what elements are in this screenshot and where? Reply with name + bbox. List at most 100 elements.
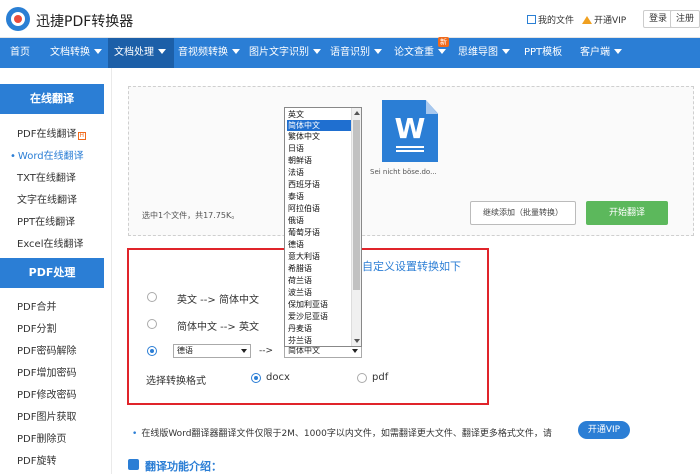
open-vip-link[interactable]: 开通VIP [582,13,626,26]
dropdown-option[interactable]: 繁体中文 [287,131,351,142]
option-en-to-zh-label: 英文 --> 简体中文 [177,295,259,306]
radio-format-pdf[interactable] [357,373,367,383]
dropdown-option[interactable]: 朝鲜语 [287,155,351,166]
hot-badge: H [78,132,87,140]
nav-ocr-label: 图片文字识别 [249,47,309,58]
file-icon [527,15,536,24]
nav-speech-label: 语音识别 [330,47,370,58]
nav-plagiarism[interactable]: 论文查重新 [394,37,449,68]
dropdown-option[interactable]: 英文 [287,109,351,120]
sidebar-item-pdf-delete-page[interactable]: PDF删除页 [17,430,66,445]
nav-ppt-template[interactable]: PPT模板 [524,38,562,68]
nav-doc-convert[interactable]: 文档转换 [50,38,102,68]
dropdown-scrollbar[interactable] [351,108,361,346]
bullet-icon: • [132,429,138,439]
radio-custom[interactable] [147,346,157,356]
sidebar-item-pdf-translate[interactable]: PDF在线翻译 H [17,125,87,140]
options-title: 自定义设置转换如下 [362,260,461,273]
nav-doc-process-label: 文档处理 [114,47,154,58]
chevron-down-icon [374,49,382,54]
dropdown-option[interactable]: 爱沙尼亚语 [287,311,351,322]
brand-logo-icon[interactable] [6,7,30,31]
intro-book-icon [128,459,139,470]
sidebar-item-excel-translate[interactable]: Excel在线翻译 [17,235,84,250]
radio-format-docx[interactable] [251,373,261,383]
nav-mindmap[interactable]: 思维导图 [458,38,510,68]
continue-add-button[interactable]: 继续添加（批量转换） [470,201,576,225]
scrollbar-thumb[interactable] [353,120,360,290]
dropdown-option[interactable]: 西班牙语 [287,179,351,190]
my-files-link[interactable]: 我的文件 [527,13,574,26]
chevron-down-icon [158,49,166,54]
intro-heading: 翻译功能介绍： [145,460,222,473]
file-info: 选中1个文件，共17.75K。 [142,211,240,220]
nav-home[interactable]: 首页 [10,38,42,68]
sidebar-item-word-translate[interactable]: Word在线翻译 [10,147,84,162]
dropdown-option[interactable]: 阿拉伯语 [287,203,351,214]
register-button[interactable]: 注册 [670,10,700,28]
nav-client-label: 客户端 [580,47,610,58]
format-label: 选择转换格式 [146,376,206,387]
dropdown-option[interactable]: 波兰语 [287,287,351,298]
brand-name[interactable]: 迅捷PDF转换器 [36,11,133,31]
notice-text: 在线版Word翻译器翻译文件仅限于2M、1000字以内文件，如需翻译更大文件、翻… [141,429,552,439]
word-file-card[interactable]: W [382,100,438,162]
chevron-down-icon [352,349,358,353]
chevron-down-icon [313,49,321,54]
scroll-up-icon[interactable] [354,111,360,115]
doc-lines [396,146,424,148]
sidebar-item-txt-translate[interactable]: TXT在线翻译 [17,169,76,184]
radio-zh-to-en[interactable] [147,319,157,329]
word-letter-icon: W [394,112,426,145]
chevron-down-icon [614,49,622,54]
sidebar-item-pdf-add-password[interactable]: PDF增加密码 [17,364,76,379]
nav-doc-process[interactable]: 文档处理 [108,38,174,68]
main-nav: 首页 文档转换 文档处理 音视频转换 图片文字识别 语音识别 论文查重新 思维导… [0,37,700,68]
dropdown-option[interactable]: 泰语 [287,191,351,202]
login-button[interactable]: 登录 [643,10,674,28]
dropdown-option[interactable]: 希腊语 [287,263,351,274]
top-header: 迅捷PDF转换器 我的文件 开通VIP 登录 注册 [0,0,700,38]
sidebar-item-label: PDF在线翻译 [17,129,77,140]
dropdown-option[interactable]: 意大利语 [287,251,351,262]
my-files-label: 我的文件 [538,16,575,26]
chevron-down-icon [94,49,102,54]
dropdown-option[interactable]: 丹麦语 [287,323,351,334]
direction-arrow: --> [259,346,274,356]
dropdown-option[interactable]: 芬兰语 [287,335,351,346]
dropdown-option[interactable]: 日语 [287,143,351,154]
nav-doc-convert-label: 文档转换 [50,47,90,58]
sidebar-item-pdf-change-password[interactable]: PDF修改密码 [17,386,76,401]
sidebar-item-pdf-split[interactable]: PDF分割 [17,320,56,335]
nav-plagiarism-label: 论文查重 [394,47,434,58]
nav-client[interactable]: 客户端 [580,38,622,68]
chevron-down-icon [502,49,510,54]
format-docx-label: docx [266,372,290,383]
start-translate-button[interactable]: 开始翻译 [586,201,668,225]
sidebar-item-pdf-image-extract[interactable]: PDF图片获取 [17,408,76,423]
sidebar-item-ppt-translate[interactable]: PPT在线翻译 [17,213,75,228]
dropdown-option[interactable]: 法语 [287,167,351,178]
dropdown-option[interactable]: 荷兰语 [287,275,351,286]
source-language-select[interactable]: 德语 [173,344,251,358]
target-language-dropdown-list[interactable]: 英文 简体中文 繁体中文 日语 朝鲜语 法语 西班牙语 泰语 阿拉伯语 俄语 葡… [284,107,362,347]
nav-ocr[interactable]: 图片文字识别 [249,38,321,68]
sidebar-item-pdf-merge[interactable]: PDF合并 [17,298,56,313]
dropdown-option[interactable]: 葡萄牙语 [287,227,351,238]
dropdown-option[interactable]: 德语 [287,239,351,250]
target-language-value: 简体中文 [288,346,320,355]
sidebar-section-pdf: PDF处理 [0,258,104,288]
radio-en-to-zh[interactable] [147,292,157,302]
scroll-down-icon[interactable] [354,339,360,343]
open-vip-button[interactable]: 开通VIP [578,421,630,439]
sidebar-item-text-translate[interactable]: 文字在线翻译 [17,191,77,206]
dropdown-option[interactable]: 保加利亚语 [287,299,351,310]
chevron-down-icon [232,49,240,54]
nav-speech[interactable]: 语音识别 [330,38,382,68]
nav-av-convert[interactable]: 音视频转换 [178,38,240,68]
file-limit-notice: • 在线版Word翻译器翻译文件仅限于2M、1000字以内文件，如需翻译更大文件、… [132,426,552,439]
dropdown-option-selected[interactable]: 简体中文 [287,120,351,131]
dropdown-option[interactable]: 俄语 [287,215,351,226]
sidebar-item-pdf-unlock[interactable]: PDF密码解除 [17,342,76,357]
sidebar-item-pdf-rotate[interactable]: PDF旋转 [17,452,56,467]
